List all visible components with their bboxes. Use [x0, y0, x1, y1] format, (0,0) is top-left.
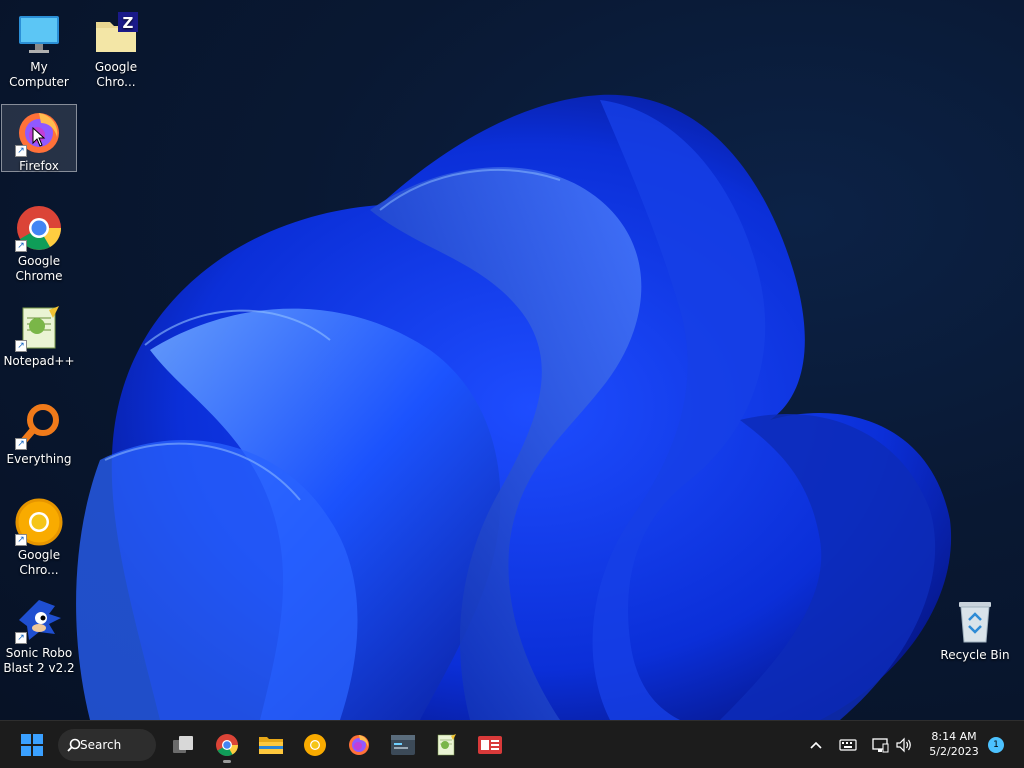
desktop-icon-my-computer[interactable]: My Computer — [1, 6, 77, 89]
news-icon — [478, 736, 502, 754]
desktop-icon-google-chrome[interactable]: ↗ Google Chrome — [1, 200, 77, 288]
desktop-wallpaper — [0, 0, 1024, 720]
desktop-icon-label: Google Chrome — [15, 254, 63, 283]
taskbar-news[interactable] — [472, 727, 508, 763]
desktop-icon-label: Sonic Robo Blast 2 v2.2 — [3, 646, 75, 675]
taskbar-chrome[interactable] — [209, 727, 245, 763]
keyboard-icon — [839, 739, 857, 751]
everything-search-icon: ↗ — [15, 402, 63, 450]
sonic-icon: ↗ — [15, 596, 63, 644]
taskbar-terminal[interactable] — [385, 727, 421, 763]
active-indicator — [223, 760, 231, 763]
taskbar-chrome-canary[interactable] — [297, 727, 333, 763]
chrome-icon: ↗ — [15, 204, 63, 252]
taskbar-task-view[interactable] — [165, 727, 201, 763]
chrome-canary-icon: ↗ — [15, 498, 63, 546]
taskbar-file-explorer[interactable] — [253, 727, 289, 763]
start-button[interactable] — [14, 727, 50, 763]
desktop-icon-label: Firefox — [19, 159, 59, 173]
desktop-icon-google-chro-canary[interactable]: ↗ Google Chro... — [1, 494, 77, 580]
desktop-icon-label: Recycle Bin — [940, 648, 1010, 662]
shortcut-arrow-icon: ↗ — [15, 438, 27, 450]
bloom-artwork — [76, 94, 952, 720]
desktop-icon-label: Notepad++ — [3, 354, 75, 368]
zip-folder-icon: Z — [92, 10, 140, 58]
taskbar-firefox[interactable] — [341, 727, 377, 763]
speaker-icon — [896, 737, 911, 753]
taskbar: Search 8:14 AM 5/2/2023 1 — [0, 720, 1024, 768]
taskbar-notepadpp[interactable] — [428, 727, 464, 763]
notepadpp-icon — [437, 734, 456, 756]
shortcut-arrow-icon: ↗ — [15, 145, 27, 157]
taskbar-search-button[interactable]: Search — [58, 729, 156, 761]
desktop-icon-sonic[interactable]: ↗ Sonic Robo Blast 2 v2.2 — [1, 592, 77, 678]
desktop-icon-label: My Computer — [9, 60, 69, 89]
volume-button[interactable] — [894, 735, 914, 755]
show-hidden-icons-button[interactable] — [806, 735, 826, 755]
desktop-icon-label: Google Chro... — [17, 548, 61, 577]
chevron-up-icon — [810, 741, 822, 749]
shortcut-arrow-icon: ↗ — [15, 632, 27, 644]
clock-time: 8:14 AM — [931, 730, 977, 743]
shortcut-arrow-icon: ↗ — [15, 340, 27, 352]
notification-badge[interactable]: 1 — [988, 737, 1004, 753]
chrome-canary-icon — [304, 734, 326, 756]
mouse-cursor-icon — [32, 127, 46, 147]
svg-text:Z: Z — [123, 14, 134, 32]
desktop-icon-recycle-bin[interactable]: Recycle Bin — [937, 594, 1013, 664]
recycle-bin-icon — [951, 598, 999, 646]
desktop-icon-label: Google Chro... — [94, 60, 138, 89]
firefox-icon — [349, 735, 369, 755]
task-view-icon — [173, 736, 193, 753]
clock-date: 5/2/2023 — [929, 745, 979, 758]
search-label: Search — [80, 738, 122, 752]
desktop-icon-notepadpp[interactable]: ↗ Notepad++ — [1, 300, 77, 370]
monitor-icon — [15, 10, 63, 58]
windows-logo-icon — [21, 734, 43, 756]
desktop-icon-everything[interactable]: ↗ Everything — [1, 398, 77, 468]
folder-icon — [259, 737, 283, 754]
chrome-icon — [216, 734, 238, 756]
shortcut-arrow-icon: ↗ — [15, 534, 27, 546]
network-icon — [872, 738, 889, 753]
search-icon — [67, 738, 81, 752]
keyboard-button[interactable] — [838, 735, 858, 755]
terminal-icon — [391, 735, 415, 755]
taskbar-clock[interactable]: 8:14 AM 5/2/2023 — [920, 729, 988, 759]
desktop-icon-label: Everything — [6, 452, 72, 466]
notepadpp-icon: ↗ — [15, 304, 63, 352]
shortcut-arrow-icon: ↗ — [15, 240, 27, 252]
network-button[interactable] — [870, 735, 890, 755]
desktop-icon-google-chro-zip[interactable]: Z Google Chro... — [78, 6, 154, 94]
